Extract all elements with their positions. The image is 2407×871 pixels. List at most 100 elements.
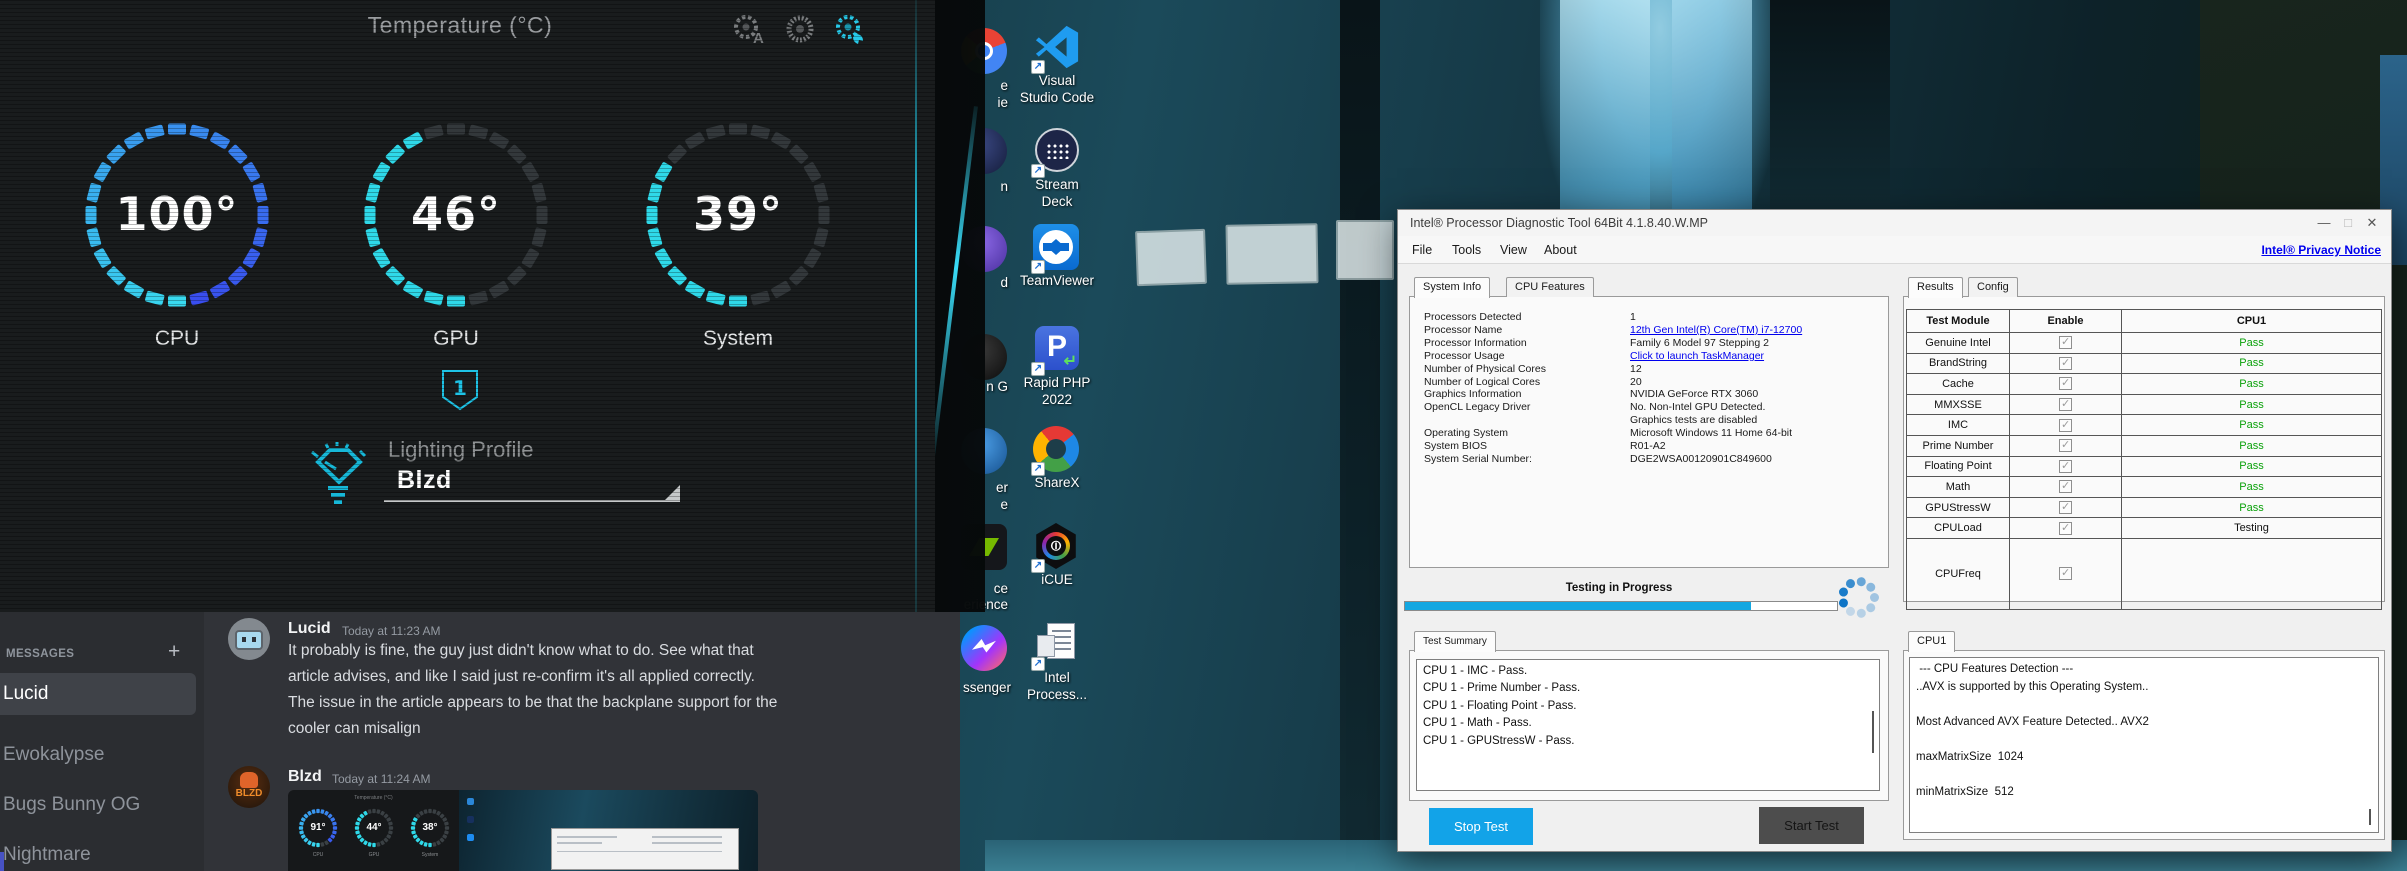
menu-tools[interactable]: Tools: [1452, 243, 1481, 257]
summary-line: CPU 1 - Prime Number - Pass.: [1423, 680, 1873, 697]
cpu1-group: CPU1 --- CPU Features Detection ---..AVX…: [1903, 650, 2385, 840]
lighting-profile-dropdown[interactable]: Blzd: [397, 466, 452, 495]
checkbox[interactable]: [2059, 439, 2072, 452]
tab-results[interactable]: Results: [1908, 277, 1963, 298]
info-value-link[interactable]: Click to launch TaskManager: [1630, 350, 1764, 363]
desktop-icon-icue[interactable]: ⏼ ↗ iCUE: [1002, 523, 1112, 588]
shortcut-arrow-icon: ↗: [1031, 657, 1045, 671]
start-test-button[interactable]: Start Test: [1759, 807, 1864, 844]
dropdown-underline: [384, 500, 680, 502]
test-module-name: Cache: [1907, 374, 2009, 394]
test-module-name: Floating Point: [1907, 457, 2009, 477]
menu-about[interactable]: About: [1544, 243, 1577, 257]
shortcut-arrow-icon: ↗: [1031, 362, 1045, 376]
sidebar-item-ewokalypse[interactable]: Ewokalypse: [0, 734, 196, 776]
messenger-icon: [961, 625, 1007, 671]
close-button[interactable]: ✕: [2361, 213, 2383, 233]
sidebar-item-nightmare[interactable]: Nightmare: [0, 834, 196, 871]
checkbox[interactable]: [2059, 357, 2072, 370]
result-status: Pass: [2121, 333, 2381, 353]
icon-label: Rapid PHP: [1002, 374, 1112, 391]
desktop-icon-teamviewer[interactable]: ↗ TeamViewer: [1002, 224, 1112, 289]
test-module-name: CPULoad: [1907, 518, 2009, 538]
desktop-icon-intel-processor-tool[interactable]: ↗ Intel Process...: [1002, 621, 1112, 703]
maximize-button[interactable]: □: [2337, 213, 2359, 233]
message-author[interactable]: Lucid: [288, 620, 331, 638]
icon-label: Deck: [1002, 193, 1112, 210]
checkbox[interactable]: [2059, 460, 2072, 473]
title-bar[interactable]: Intel® Processor Diagnostic Tool 64Bit 4…: [1398, 210, 2391, 236]
checkbox[interactable]: [2059, 419, 2072, 432]
fan-auto-icon[interactable]: A: [729, 12, 767, 46]
system-temperature-gauge: 39° System: [628, 105, 848, 355]
wallpaper-window-pane: [1135, 229, 1207, 286]
app-accent-line: [915, 0, 917, 612]
message-text-line: cooler can misalign: [288, 720, 888, 738]
checkbox[interactable]: [2059, 336, 2072, 349]
desktop-icon-sharex[interactable]: ↗ ShareX: [1002, 426, 1112, 491]
checkbox[interactable]: [2059, 522, 2072, 535]
tab-config[interactable]: Config: [1968, 277, 2018, 297]
result-status: Pass: [2121, 354, 2381, 374]
cpu1-output[interactable]: --- CPU Features Detection ---..AVX is s…: [1909, 657, 2379, 833]
sidebar-item-bugs-bunny-og[interactable]: Bugs Bunny OG: [0, 784, 196, 826]
fan-custom-icon[interactable]: [831, 12, 869, 46]
screen: e ie n d n G er e ce erience ssenger ↗ V…: [0, 0, 2407, 871]
test-module-name: BrandString: [1907, 354, 2009, 374]
avatar[interactable]: [228, 618, 270, 660]
tab-cpu-features[interactable]: CPU Features: [1506, 277, 1594, 297]
test-module-name: Genuine Intel: [1907, 333, 2009, 353]
menu-view[interactable]: View: [1500, 243, 1527, 257]
table-row: Floating PointPass: [1907, 456, 2381, 477]
checkbox[interactable]: [2059, 398, 2072, 411]
shortcut-arrow-icon: ↗: [1031, 60, 1045, 74]
test-module-name: GPUStressW: [1907, 498, 2009, 518]
fan-icon[interactable]: [781, 12, 819, 46]
enable-cell: [2009, 539, 2121, 609]
mini-system-value: 38°: [406, 822, 454, 833]
menu-file[interactable]: File: [1412, 243, 1432, 257]
profile-badge[interactable]: 1: [441, 369, 479, 411]
message-timestamp: Today at 11:23 AM: [342, 624, 441, 638]
minimize-button[interactable]: —: [2313, 213, 2335, 233]
enable-cell: [2009, 477, 2121, 497]
attachment-temp-panel: Temperature (°C) 91° CPU 44° GPU 38° Sys…: [288, 790, 459, 871]
checkbox[interactable]: [2059, 501, 2072, 514]
checkbox[interactable]: [2059, 480, 2072, 493]
stop-test-button[interactable]: Stop Test: [1429, 808, 1533, 845]
avatar[interactable]: BLZD: [228, 766, 270, 808]
direct-messages-header: MESSAGES: [6, 648, 74, 660]
create-dm-button[interactable]: +: [168, 640, 180, 664]
info-value: 12: [1630, 363, 1642, 376]
tab-test-summary[interactable]: Test Summary: [1414, 631, 1496, 652]
background-app-sliver: [0, 852, 4, 871]
icon-label: Process...: [1002, 686, 1112, 703]
system-info-row: Processor InformationFamily 6 Model 97 S…: [1424, 337, 1802, 350]
info-value: 20: [1630, 376, 1642, 389]
mini-cpu-gauge: 91° CPU: [294, 806, 342, 864]
checkbox[interactable]: [2059, 377, 2072, 390]
desktop-icon-visual-studio-code[interactable]: ↗ Visual Studio Code: [1002, 24, 1112, 106]
info-label: Operating System: [1424, 427, 1630, 440]
scrollbar-thumb[interactable]: [1872, 711, 1874, 753]
enable-cell: [2009, 498, 2121, 518]
menu-bar: File Tools View About Intel® Privacy Not…: [1398, 236, 2391, 264]
desktop-icon-rapid-php[interactable]: P↵ ↗ Rapid PHP 2022: [1002, 324, 1112, 408]
info-value-link[interactable]: 12th Gen Intel(R) Core(TM) i7-12700: [1630, 324, 1802, 337]
image-attachment[interactable]: Temperature (°C) 91° CPU 44° GPU 38° Sys…: [288, 790, 758, 871]
privacy-notice-link[interactable]: Intel® Privacy Notice: [2261, 243, 2381, 257]
desktop-icon-stream-deck[interactable]: ↗ Stream Deck: [1002, 126, 1112, 210]
wallpaper-pillar: [1340, 0, 1380, 852]
message-author[interactable]: Blzd: [288, 768, 322, 786]
tab-system-info[interactable]: System Info: [1414, 277, 1490, 298]
checkbox[interactable]: [2059, 567, 2072, 580]
sidebar-item-lucid[interactable]: Lucid: [0, 673, 196, 715]
info-label: System Serial Number:: [1424, 453, 1630, 466]
column-header: Enable: [2009, 310, 2121, 332]
dropdown-arrow-icon[interactable]: [665, 485, 680, 500]
icon-label: Stream: [1002, 176, 1112, 193]
test-summary-list[interactable]: CPU 1 - IMC - Pass.CPU 1 - Prime Number …: [1416, 659, 1880, 791]
scrollbar-thumb[interactable]: [2369, 809, 2371, 825]
result-status: Pass: [2121, 436, 2381, 456]
tab-cpu1[interactable]: CPU1: [1908, 631, 1955, 652]
